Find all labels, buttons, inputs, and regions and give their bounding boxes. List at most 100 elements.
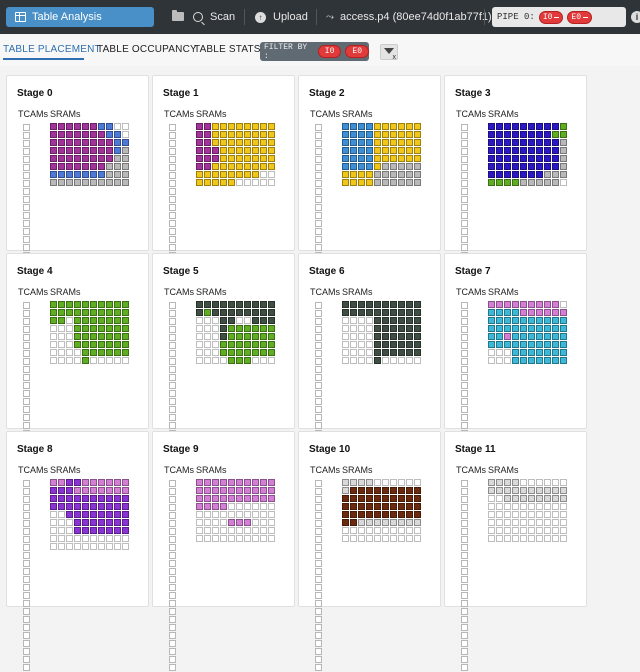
sram-cell bbox=[212, 333, 219, 340]
tcam-cell bbox=[461, 342, 468, 349]
tcam-cell bbox=[23, 520, 30, 527]
sram-cell bbox=[552, 479, 559, 486]
tcam-cell bbox=[461, 656, 468, 663]
pipe-e0-chip[interactable]: E0 bbox=[567, 10, 593, 24]
sram-cell bbox=[382, 123, 389, 130]
sram-cell bbox=[50, 341, 57, 348]
sram-cell bbox=[98, 527, 105, 534]
filter-chip-e0[interactable]: E0 bbox=[345, 45, 369, 58]
sram-cell bbox=[204, 155, 211, 162]
tcam-cell bbox=[461, 124, 468, 131]
upload-button[interactable]: ↑ Upload bbox=[255, 7, 308, 27]
pipe-i0-chip[interactable]: I0 bbox=[538, 10, 564, 24]
sram-cell bbox=[366, 147, 373, 154]
clear-filter-icon[interactable] bbox=[380, 44, 398, 61]
sram-cell bbox=[536, 131, 543, 138]
sram-cell bbox=[374, 131, 381, 138]
pipe-label: PIPE 0: bbox=[497, 12, 535, 22]
tcam-cell bbox=[315, 480, 322, 487]
tab-table-stats[interactable]: TABLE STATS bbox=[194, 44, 261, 55]
scan-button[interactable]: Scan bbox=[193, 7, 235, 27]
pipe-selector[interactable]: PIPE 0: I0 E0 bbox=[492, 7, 626, 27]
stage-grid: Stage 0 TCAMs SRAMs Stage 1 TCAMs SRAMs Stage … bbox=[6, 75, 587, 671]
sram-cell bbox=[58, 479, 65, 486]
scan-label: Scan bbox=[210, 11, 236, 23]
sram-cell bbox=[544, 487, 551, 494]
sram-cell bbox=[50, 503, 57, 510]
sram-cell bbox=[520, 171, 527, 178]
sram-cell bbox=[106, 543, 113, 550]
sram-cell bbox=[98, 317, 105, 324]
sram-cell bbox=[90, 301, 97, 308]
sram-cell bbox=[382, 147, 389, 154]
folder-icon[interactable] bbox=[172, 10, 184, 21]
tcam-cell bbox=[315, 156, 322, 163]
sram-cell bbox=[220, 503, 227, 510]
sram-cell bbox=[406, 487, 413, 494]
sram-cell bbox=[560, 349, 567, 356]
srams-label: SRAMs bbox=[50, 465, 81, 475]
sram-cell bbox=[122, 139, 129, 146]
sram-cell bbox=[504, 519, 511, 526]
table-analysis-tab[interactable]: Table Analysis bbox=[6, 7, 154, 27]
sram-cell bbox=[244, 503, 251, 510]
tcam-cell bbox=[23, 228, 30, 235]
sram-cell bbox=[122, 503, 129, 510]
sram-cell bbox=[204, 479, 211, 486]
sram-cell bbox=[398, 357, 405, 364]
tab-table-occupancy[interactable]: TABLE OCCUPANCY bbox=[97, 44, 197, 55]
sram-cell bbox=[390, 309, 397, 316]
tcam-cell bbox=[315, 414, 322, 421]
sram-cell bbox=[390, 171, 397, 178]
sram-cell bbox=[536, 535, 543, 542]
sram-cell bbox=[122, 519, 129, 526]
sram-cell bbox=[504, 535, 511, 542]
sram-cell bbox=[260, 123, 267, 130]
sram-cell bbox=[66, 131, 73, 138]
sram-cell bbox=[342, 519, 349, 526]
tcam-cell bbox=[23, 196, 30, 203]
sram-cell bbox=[504, 349, 511, 356]
filter-chip-i0[interactable]: I0 bbox=[317, 45, 342, 58]
sram-cell bbox=[350, 309, 357, 316]
tcam-cell bbox=[169, 204, 176, 211]
file-selector[interactable]: ⤳ access.p4 (80ee74d0f1ab77f1) bbox=[326, 7, 492, 27]
sram-cell bbox=[528, 479, 535, 486]
sram-cell bbox=[358, 519, 365, 526]
sram-cell bbox=[196, 495, 203, 502]
tcam-cell bbox=[169, 366, 176, 373]
sram-cell bbox=[544, 535, 551, 542]
tcam-cell bbox=[315, 358, 322, 365]
sram-cell bbox=[488, 333, 495, 340]
sram-cell bbox=[106, 511, 113, 518]
tcam-cell bbox=[23, 124, 30, 131]
table-icon bbox=[15, 12, 26, 22]
tcam-cell bbox=[23, 350, 30, 357]
tab-table-placement[interactable]: TABLE PLACEMENT bbox=[3, 44, 101, 55]
tcam-cell bbox=[23, 552, 30, 559]
sram-cell bbox=[350, 171, 357, 178]
sram-cell bbox=[406, 527, 413, 534]
toolbar-divider bbox=[316, 9, 317, 25]
sram-cell bbox=[382, 511, 389, 518]
sram-cell bbox=[196, 301, 203, 308]
sram-cell bbox=[244, 479, 251, 486]
sram-cell bbox=[414, 123, 421, 130]
sram-cell bbox=[560, 155, 567, 162]
tcam-cell bbox=[23, 358, 30, 365]
sram-cell bbox=[122, 495, 129, 502]
sram-cell bbox=[398, 171, 405, 178]
sram-cell bbox=[252, 349, 259, 356]
sram-cell bbox=[50, 147, 57, 154]
sram-cell bbox=[220, 535, 227, 542]
tcam-cell bbox=[315, 390, 322, 397]
sram-cell bbox=[220, 349, 227, 356]
info-icon[interactable]: i bbox=[631, 11, 640, 23]
sram-cell bbox=[358, 301, 365, 308]
filter-by-box[interactable]: FILTER BY : I0 E0 bbox=[260, 42, 369, 61]
sram-cell bbox=[204, 535, 211, 542]
sram-cell bbox=[520, 163, 527, 170]
sram-cell bbox=[220, 123, 227, 130]
sram-cell bbox=[212, 123, 219, 130]
sram-cell bbox=[90, 543, 97, 550]
